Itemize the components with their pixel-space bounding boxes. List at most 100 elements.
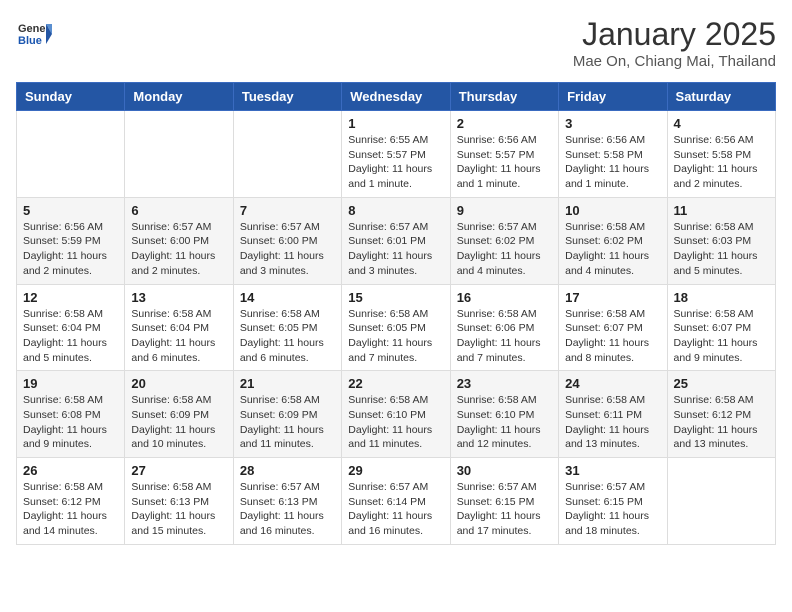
cell-detail: Daylight: 11 hours and 14 minutes. (23, 509, 118, 538)
calendar-header: Sunday Monday Tuesday Wednesday Thursday… (17, 83, 776, 111)
calendar-cell: 29Sunrise: 6:57 AMSunset: 6:14 PMDayligh… (342, 458, 450, 545)
day-number: 15 (348, 290, 443, 305)
day-number: 29 (348, 463, 443, 478)
cell-detail: Daylight: 11 hours and 5 minutes. (674, 249, 769, 278)
day-number: 7 (240, 203, 335, 218)
cell-detail: Sunrise: 6:55 AM (348, 133, 443, 148)
calendar-cell: 22Sunrise: 6:58 AMSunset: 6:10 PMDayligh… (342, 371, 450, 458)
cell-detail: Daylight: 11 hours and 11 minutes. (348, 423, 443, 452)
calendar-cell: 20Sunrise: 6:58 AMSunset: 6:09 PMDayligh… (125, 371, 233, 458)
cell-detail: Sunset: 6:07 PM (565, 321, 660, 336)
cell-detail: Daylight: 11 hours and 1 minute. (348, 162, 443, 191)
cell-detail: Sunset: 6:04 PM (131, 321, 226, 336)
cell-detail: Daylight: 11 hours and 16 minutes. (348, 509, 443, 538)
calendar-cell: 15Sunrise: 6:58 AMSunset: 6:05 PMDayligh… (342, 284, 450, 371)
cell-detail: Sunrise: 6:58 AM (240, 393, 335, 408)
col-monday: Monday (125, 83, 233, 111)
cell-detail: Daylight: 11 hours and 12 minutes. (457, 423, 552, 452)
cell-detail: Sunset: 6:05 PM (240, 321, 335, 336)
cell-detail: Daylight: 11 hours and 2 minutes. (674, 162, 769, 191)
calendar-cell: 9Sunrise: 6:57 AMSunset: 6:02 PMDaylight… (450, 197, 558, 284)
cell-detail: Sunrise: 6:57 AM (348, 480, 443, 495)
day-number: 26 (23, 463, 118, 478)
day-number: 14 (240, 290, 335, 305)
cell-detail: Sunrise: 6:56 AM (565, 133, 660, 148)
day-number: 22 (348, 376, 443, 391)
calendar-cell (17, 111, 125, 198)
calendar-subtitle: Mae On, Chiang Mai, Thailand (573, 53, 776, 70)
calendar-cell: 17 Sunrise: 6:58 AMSunset: 6:07 PMDayligh… (559, 284, 667, 371)
cell-detail: Daylight: 11 hours and 1 minute. (565, 162, 660, 191)
col-wednesday: Wednesday (342, 83, 450, 111)
cell-detail: Sunset: 6:00 PM (240, 234, 335, 249)
day-number: 27 (131, 463, 226, 478)
calendar-week-row: 26Sunrise: 6:58 AMSunset: 6:12 PMDayligh… (17, 458, 776, 545)
cell-detail: Sunrise: 6:57 AM (457, 480, 552, 495)
day-number: 17 (565, 290, 660, 305)
calendar-cell: 12Sunrise: 6:58 AMSunset: 6:04 PMDayligh… (17, 284, 125, 371)
cell-detail: Sunset: 5:59 PM (23, 234, 118, 249)
calendar-cell: 26 Sunrise: 6:58 AMSunset: 6:12 PMDayligh… (17, 458, 125, 545)
cell-detail: Sunrise: 6:57 AM (565, 480, 660, 495)
cell-detail: Sunset: 6:02 PM (457, 234, 552, 249)
cell-detail: Sunrise: 6:58 AM (674, 307, 769, 322)
calendar-cell: 21Sunrise: 6:58 AMSunset: 6:09 PMDayligh… (233, 371, 341, 458)
calendar-cell: 30Sunrise: 6:57 AMSunset: 6:15 PMDayligh… (450, 458, 558, 545)
cell-detail: Sunset: 6:09 PM (131, 408, 226, 423)
cell-detail: Sunrise: 6:56 AM (674, 133, 769, 148)
cell-detail: Sunrise: 6:58 AM (348, 307, 443, 322)
calendar-cell: 10Sunrise: 6:58 AMSunset: 6:02 PMDayligh… (559, 197, 667, 284)
day-number: 28 (240, 463, 335, 478)
cell-detail: Sunrise: 6:57 AM (457, 220, 552, 235)
cell-detail: Sunset: 6:12 PM (23, 495, 118, 510)
cell-detail: Daylight: 11 hours and 7 minutes. (457, 336, 552, 365)
col-saturday: Saturday (667, 83, 775, 111)
cell-detail: Sunrise: 6:58 AM (565, 393, 660, 408)
svg-text:Blue: Blue (18, 35, 42, 47)
cell-detail: Daylight: 11 hours and 4 minutes. (565, 249, 660, 278)
calendar-cell: 28Sunrise: 6:57 AMSunset: 6:13 PMDayligh… (233, 458, 341, 545)
day-number: 4 (674, 116, 769, 131)
cell-detail: Sunset: 6:09 PM (240, 408, 335, 423)
cell-detail: Sunset: 6:10 PM (348, 408, 443, 423)
day-number: 31 (565, 463, 660, 478)
calendar-cell: 27Sunrise: 6:58 AMSunset: 6:13 PMDayligh… (125, 458, 233, 545)
cell-detail: Sunset: 6:06 PM (457, 321, 552, 336)
cell-detail: Sunrise: 6:57 AM (348, 220, 443, 235)
cell-detail: Sunset: 5:58 PM (674, 148, 769, 163)
day-number: 30 (457, 463, 552, 478)
cell-detail: Daylight: 11 hours and 11 minutes. (240, 423, 335, 452)
day-number: 12 (23, 290, 118, 305)
cell-detail: Sunset: 5:58 PM (565, 148, 660, 163)
cell-detail: Sunrise: 6:58 AM (674, 393, 769, 408)
cell-detail: Sunset: 6:07 PM (674, 321, 769, 336)
cell-detail: Sunrise: 6:58 AM (23, 480, 118, 495)
calendar-cell: 3Sunrise: 6:56 AMSunset: 5:58 PMDaylight… (559, 111, 667, 198)
cell-detail: Daylight: 11 hours and 8 minutes. (565, 336, 660, 365)
cell-detail: Sunrise: 6:58 AM (565, 220, 660, 235)
cell-detail: Sunset: 6:08 PM (23, 408, 118, 423)
cell-detail: Sunset: 6:15 PM (565, 495, 660, 510)
cell-detail: Sunrise: 6:58 AM (131, 307, 226, 322)
calendar-week-row: 1Sunrise: 6:55 AMSunset: 5:57 PMDaylight… (17, 111, 776, 198)
calendar-cell: 7Sunrise: 6:57 AMSunset: 6:00 PMDaylight… (233, 197, 341, 284)
col-tuesday: Tuesday (233, 83, 341, 111)
calendar-cell (667, 458, 775, 545)
calendar-cell: 24Sunrise: 6:58 AMSunset: 6:11 PMDayligh… (559, 371, 667, 458)
calendar-cell: 23Sunrise: 6:58 AMSunset: 6:10 PMDayligh… (450, 371, 558, 458)
cell-detail: Sunset: 6:15 PM (457, 495, 552, 510)
calendar-cell: 1Sunrise: 6:55 AMSunset: 5:57 PMDaylight… (342, 111, 450, 198)
calendar-cell: 19Sunrise: 6:58 AMSunset: 6:08 PMDayligh… (17, 371, 125, 458)
cell-detail: Sunrise: 6:58 AM (131, 480, 226, 495)
cell-detail: Sunrise: 6:58 AM (457, 393, 552, 408)
cell-detail: Sunset: 6:11 PM (565, 408, 660, 423)
cell-detail: Sunset: 6:10 PM (457, 408, 552, 423)
calendar-cell (125, 111, 233, 198)
calendar-table: Sunday Monday Tuesday Wednesday Thursday… (16, 82, 776, 545)
header: General Blue January 2025 Mae On, Chiang… (16, 16, 776, 70)
cell-detail: Sunrise: 6:58 AM (565, 307, 660, 322)
cell-detail: Sunrise: 6:57 AM (240, 220, 335, 235)
cell-detail: Daylight: 11 hours and 5 minutes. (23, 336, 118, 365)
day-number: 11 (674, 203, 769, 218)
cell-detail: Sunrise: 6:58 AM (240, 307, 335, 322)
